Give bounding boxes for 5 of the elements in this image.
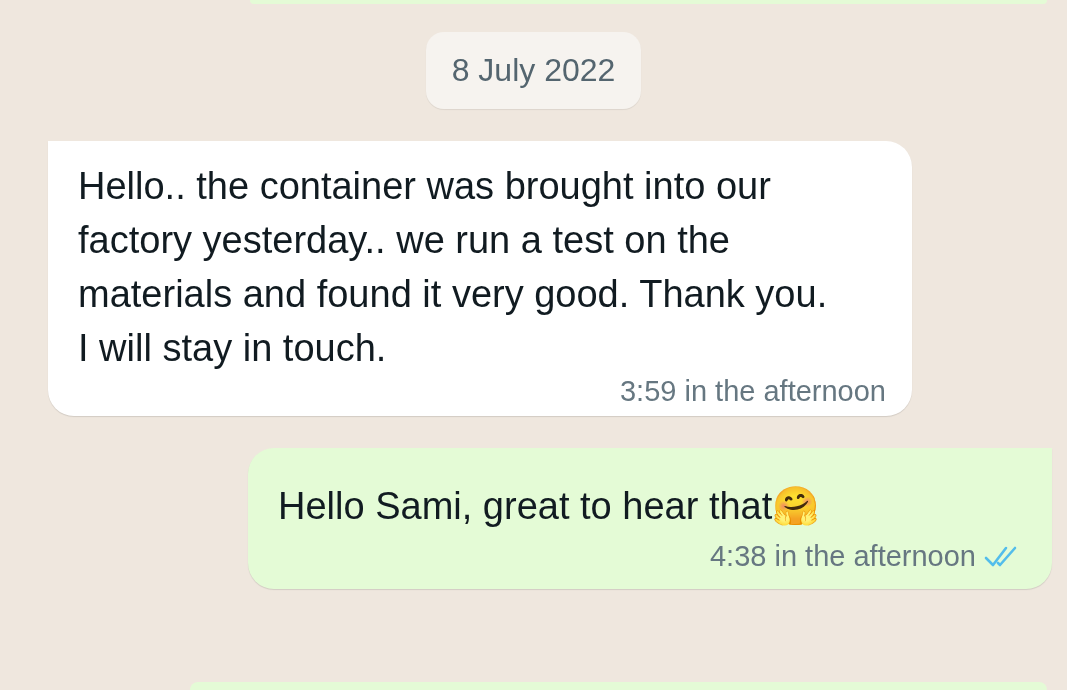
message-time: 3:59 in the afternoon	[619, 375, 886, 408]
date-label: 8 July 2022	[425, 32, 642, 109]
message-text: Hello.. the container was brought into our factory yesterday.. we run a test on the materials and found it very good. Thank you. I will stay in touch.	[78, 164, 829, 371]
message-text: Hello Sami, great to hear that🤗	[278, 484, 821, 529]
message-time: 4:38 in the afternoon	[709, 540, 976, 573]
